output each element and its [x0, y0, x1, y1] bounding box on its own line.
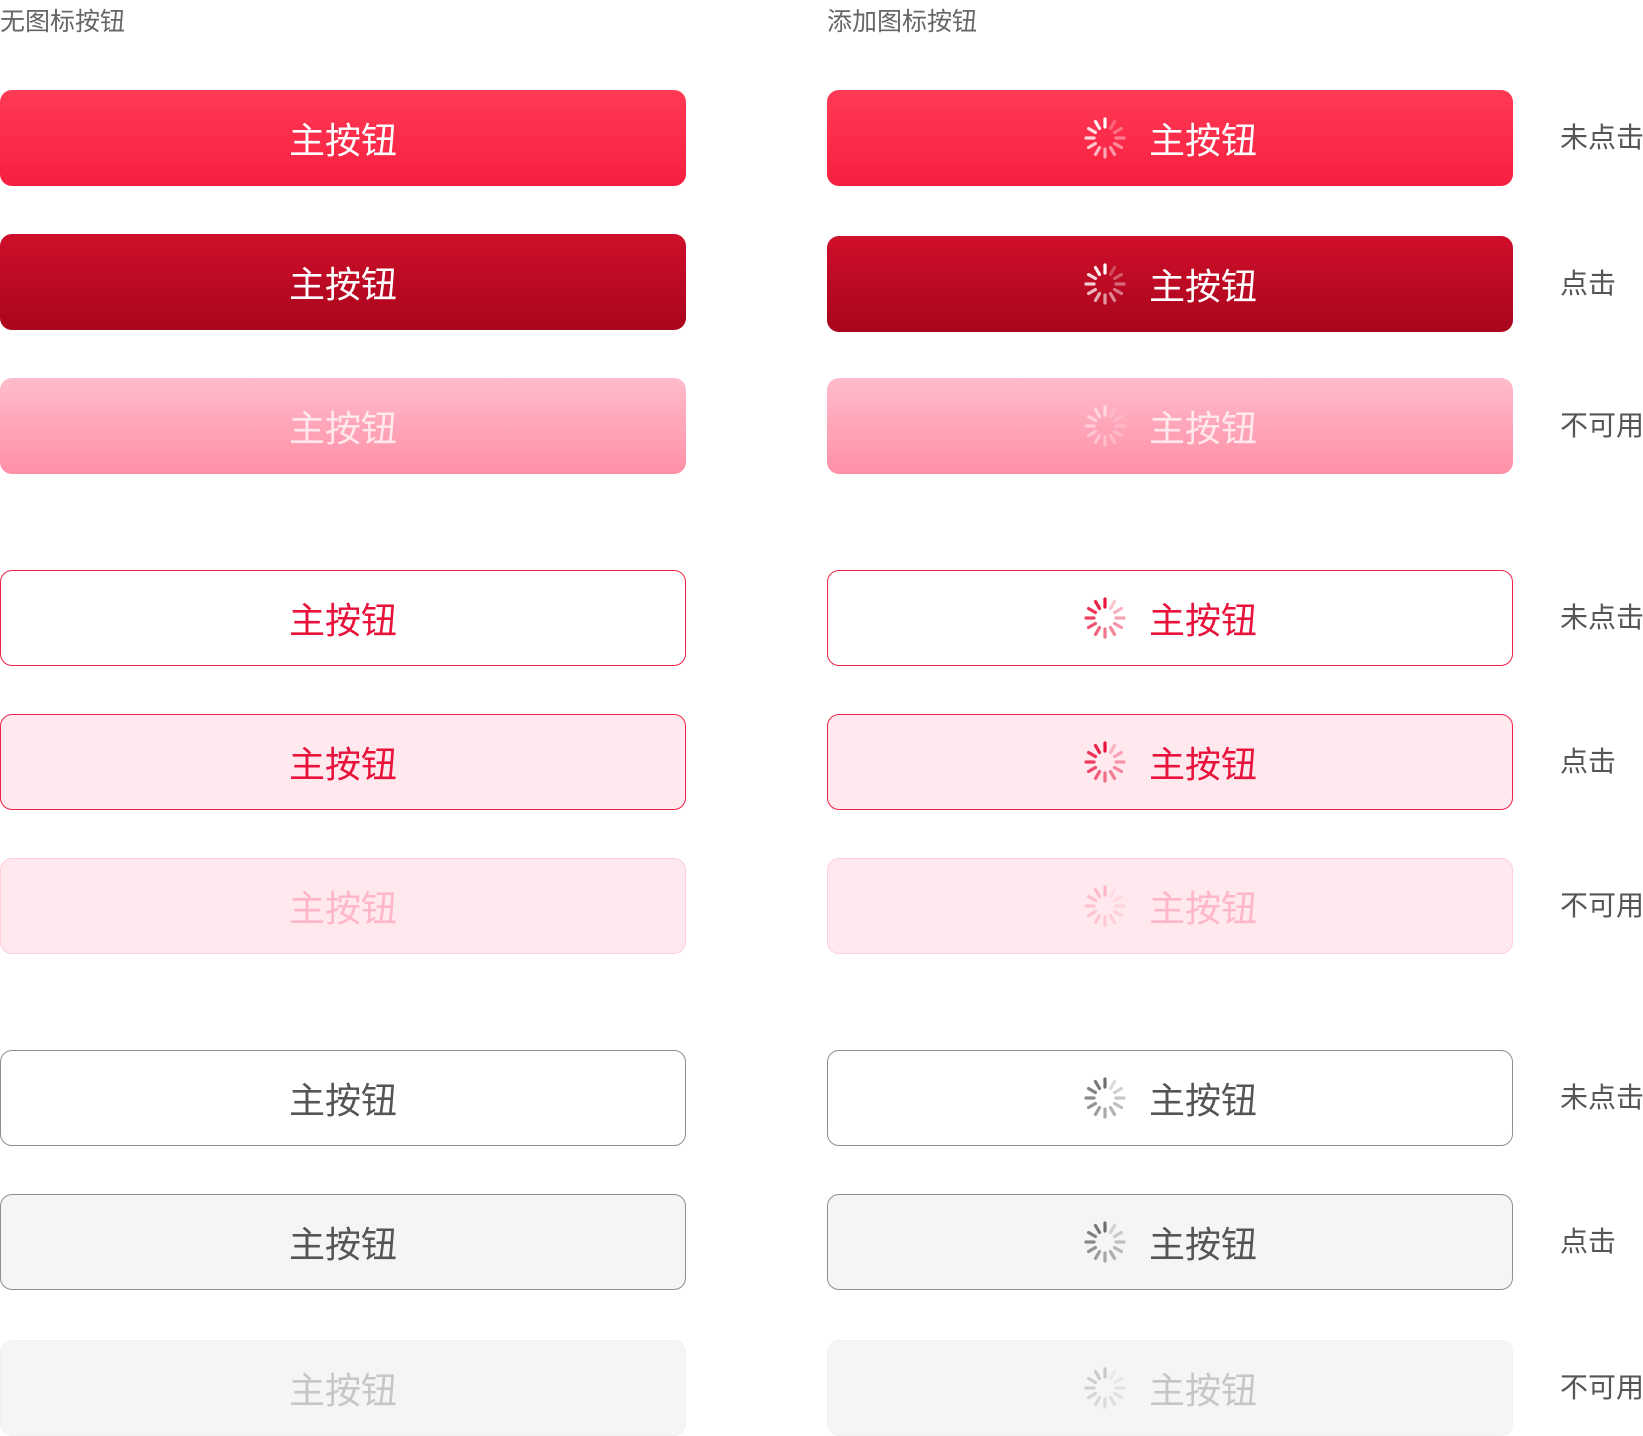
- button-label: 主按钮: [288, 889, 397, 930]
- loading-spinner-icon: [1084, 1077, 1126, 1119]
- button-label: 主按钮: [288, 409, 397, 450]
- button-label: 主按钮: [1148, 409, 1257, 450]
- loading-spinner-icon: [1084, 263, 1126, 305]
- outline-button-normal[interactable]: 主按钮: [0, 570, 686, 666]
- loading-spinner-icon: [1084, 597, 1126, 639]
- loading-spinner-icon: [1084, 885, 1126, 927]
- heading-with-icon: 添加图标按钮: [827, 7, 978, 36]
- loading-spinner-icon: [1084, 741, 1126, 783]
- button-label: 主按钮: [1148, 601, 1257, 642]
- state-label-normal: 未点击: [1560, 1081, 1643, 1114]
- button-label: 主按钮: [288, 1225, 397, 1266]
- state-label-disabled: 不可用: [1560, 1371, 1643, 1404]
- solid-icon-button-normal[interactable]: 主按钮: [827, 90, 1513, 186]
- state-label-normal: 未点击: [1560, 121, 1643, 154]
- button-label: 主按钮: [1148, 267, 1257, 308]
- outline-button-disabled[interactable]: 主按钮: [0, 858, 686, 954]
- gray-button-disabled[interactable]: 主按钮: [0, 1340, 686, 1436]
- state-label-pressed: 点击: [1560, 1225, 1617, 1258]
- loading-spinner-icon: [1084, 1221, 1126, 1263]
- solid-icon-button-disabled[interactable]: 主按钮: [827, 378, 1513, 474]
- gray-button-normal[interactable]: 主按钮: [0, 1050, 686, 1146]
- loading-spinner-icon: [1084, 1367, 1126, 1409]
- loading-spinner-icon: [1084, 117, 1126, 159]
- button-label: 主按钮: [1148, 1081, 1257, 1122]
- button-label: 主按钮: [288, 601, 397, 642]
- state-label-disabled: 不可用: [1560, 409, 1643, 442]
- gray-icon-button-pressed[interactable]: 主按钮: [827, 1194, 1513, 1290]
- solid-button-disabled[interactable]: 主按钮: [0, 378, 686, 474]
- state-label-pressed: 点击: [1560, 745, 1617, 778]
- outline-icon-button-pressed[interactable]: 主按钮: [827, 714, 1513, 810]
- outline-icon-button-disabled[interactable]: 主按钮: [827, 858, 1513, 954]
- solid-icon-button-pressed[interactable]: 主按钮: [827, 236, 1513, 332]
- button-label: 主按钮: [1148, 121, 1257, 162]
- button-label: 主按钮: [288, 265, 397, 306]
- gray-icon-button-disabled[interactable]: 主按钮: [827, 1340, 1513, 1436]
- outline-icon-button-normal[interactable]: 主按钮: [827, 570, 1513, 666]
- solid-button-pressed[interactable]: 主按钮: [0, 234, 686, 330]
- solid-button-normal[interactable]: 主按钮: [0, 90, 686, 186]
- gray-button-pressed[interactable]: 主按钮: [0, 1194, 686, 1290]
- gray-icon-button-normal[interactable]: 主按钮: [827, 1050, 1513, 1146]
- button-label: 主按钮: [1148, 745, 1257, 786]
- state-label-normal: 未点击: [1560, 601, 1643, 634]
- state-label-pressed: 点击: [1560, 267, 1617, 300]
- button-label: 主按钮: [1148, 889, 1257, 930]
- button-label: 主按钮: [1148, 1371, 1257, 1412]
- button-label: 主按钮: [288, 1081, 397, 1122]
- button-label: 主按钮: [288, 1371, 397, 1412]
- button-label: 主按钮: [288, 745, 397, 786]
- state-label-disabled: 不可用: [1560, 889, 1643, 922]
- button-label: 主按钮: [1148, 1225, 1257, 1266]
- loading-spinner-icon: [1084, 405, 1126, 447]
- heading-no-icon: 无图标按钮: [0, 7, 126, 36]
- outline-button-pressed[interactable]: 主按钮: [0, 714, 686, 810]
- button-label: 主按钮: [288, 121, 397, 162]
